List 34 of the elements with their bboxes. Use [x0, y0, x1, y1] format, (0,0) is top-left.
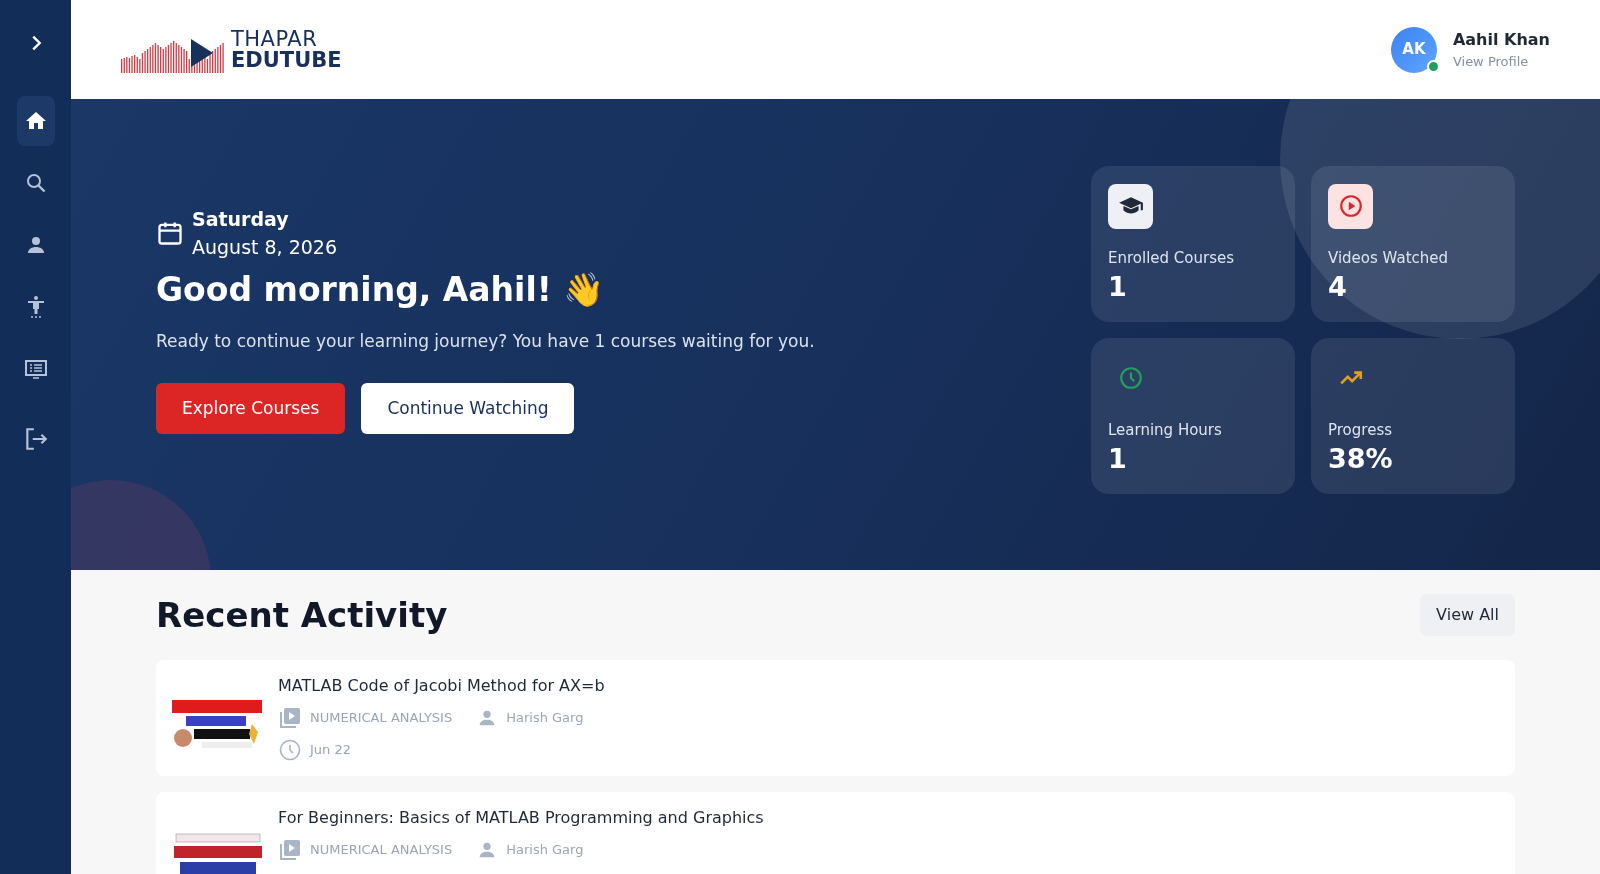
category-text: NUMERICAL ANALYSIS: [310, 841, 453, 860]
category-text: NUMERICAL ANALYSIS: [310, 709, 453, 728]
stat-value: 4: [1328, 270, 1348, 304]
day-label: Saturday: [192, 206, 290, 232]
subtitle-text: Ready to continue your learning journey? You have 1 courses waiting for you.: [156, 330, 815, 354]
user-name: Aahil Khan: [1452, 28, 1550, 51]
logo-text: EDUTUBE: [231, 49, 342, 71]
author-text: Harish Garg: [506, 841, 584, 860]
video-library-icon: [278, 838, 302, 862]
explore-button[interactable]: Explore Courses: [156, 382, 346, 435]
date-label: August 8, 2026: [192, 235, 338, 261]
video-title[interactable]: MATLAB Code of Jacobi Method for AX=b: [278, 674, 605, 698]
date-text: Jun 22: [310, 741, 351, 760]
stat-label: Progress: [1328, 419, 1393, 441]
video-library-icon: [278, 706, 302, 730]
stat-value: 1: [1108, 442, 1128, 476]
play-icon: [1337, 193, 1364, 219]
greeting-heading: Good morning, Aahil! 👋: [156, 269, 606, 310]
stat-value: 38%: [1328, 442, 1394, 476]
avatar: AK: [1390, 26, 1437, 73]
stat-label: Videos Watched: [1328, 247, 1450, 269]
clock-icon: [278, 738, 302, 762]
stat-label: Enrolled Courses: [1108, 247, 1236, 269]
clock-icon: [1117, 365, 1144, 391]
list-icon: [23, 357, 48, 381]
section-heading: Recent Activity: [156, 594, 448, 636]
logo-text: THAPAR: [231, 28, 319, 50]
sidebar-item[interactable]: [16, 96, 55, 146]
video-title[interactable]: For Beginners: Basics of MATLAB Programming and Graphics: [278, 806, 764, 830]
stat-value: 1: [1108, 270, 1128, 304]
view-all-button[interactable]: View All: [1420, 594, 1515, 636]
stat-label: Learning Hours: [1108, 419, 1223, 441]
author-text: Harish Garg: [506, 709, 584, 728]
continue-button[interactable]: Continue Watching: [361, 382, 575, 435]
